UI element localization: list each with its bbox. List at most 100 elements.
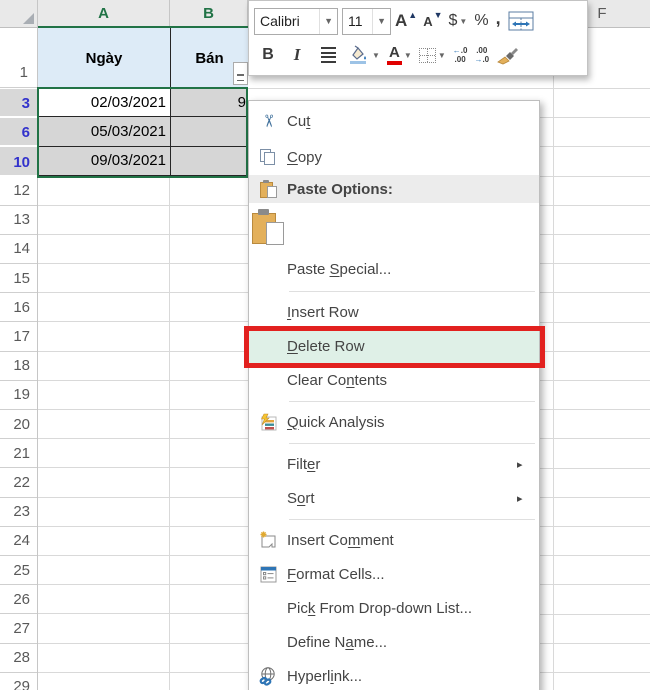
chevron-down-icon[interactable]: ▼: [372, 8, 390, 34]
mini-toolbar-row-2: B I ▼ A ▼ ▼ ←.0 .00 .00 →.0: [254, 38, 582, 72]
menu-item-insert-comment[interactable]: Insert Comment: [249, 523, 539, 557]
cell-b3[interactable]: 9: [170, 88, 248, 118]
row-header-22[interactable]: 22: [0, 468, 37, 498]
select-all-corner[interactable]: [0, 0, 38, 27]
center-align-button[interactable]: [312, 40, 344, 70]
row-header-15[interactable]: 15: [0, 264, 37, 294]
menu-item-paste-special[interactable]: Paste Special...: [249, 251, 539, 287]
menu-item-paste-button[interactable]: [249, 203, 539, 251]
row-header-25[interactable]: 25: [0, 556, 37, 586]
row-header-16[interactable]: 16: [0, 293, 37, 323]
row-cells[interactable]: [38, 585, 248, 615]
row-header-24[interactable]: 24: [0, 526, 37, 556]
menu-item-define-name[interactable]: Define Name...: [249, 625, 539, 659]
row-header-14[interactable]: 14: [0, 234, 37, 264]
row-header-1[interactable]: 1: [0, 28, 37, 88]
column-header-b[interactable]: B: [170, 0, 248, 27]
row-header-19[interactable]: 19: [0, 380, 37, 410]
row-header-18[interactable]: 18: [0, 351, 37, 381]
row-header-10[interactable]: 10: [0, 147, 37, 175]
cell-a10[interactable]: 09/03/2021: [38, 146, 170, 176]
menu-item-delete-row[interactable]: Delete Row: [249, 329, 539, 363]
row-header-12[interactable]: 12: [0, 176, 37, 206]
grow-font-button[interactable]: A ▲: [392, 6, 419, 36]
fill-color-button[interactable]: ▼: [345, 40, 383, 70]
comma-style-button[interactable]: ,: [493, 6, 504, 36]
row-header-21[interactable]: 21: [0, 439, 37, 469]
chevron-down-icon[interactable]: ▼: [319, 8, 337, 34]
menu-item-cut[interactable]: ✂ Cut: [249, 103, 539, 139]
format-painter-button[interactable]: [493, 40, 523, 70]
autofilter-button[interactable]: [233, 62, 248, 85]
menu-item-sort[interactable]: Sort ▸: [249, 481, 539, 515]
menu-item-clear-contents[interactable]: Clear Contents: [249, 363, 539, 397]
menu-item-format-cells[interactable]: Format Cells...: [249, 557, 539, 591]
row-header-27[interactable]: 27: [0, 614, 37, 644]
row-cells[interactable]: [38, 293, 248, 323]
menu-item-label: Cut: [287, 112, 311, 130]
row-cells[interactable]: [38, 351, 248, 381]
row-cells[interactable]: [38, 643, 248, 673]
increase-decimal-button[interactable]: ←.0 .00: [450, 40, 471, 70]
sheet-row-13: 13: [0, 205, 248, 235]
menu-item-hyperlink[interactable]: Hyperlink...: [249, 659, 539, 690]
accounting-format-button[interactable]: $ ▼: [446, 6, 471, 36]
fill-color-icon: [350, 45, 366, 64]
font-size-combo[interactable]: 11 ▼: [342, 7, 391, 35]
row-cells[interactable]: [38, 672, 248, 690]
row-cells[interactable]: [38, 468, 248, 498]
menu-item-filter[interactable]: Filter ▸: [249, 447, 539, 481]
copy-icon: [249, 149, 287, 165]
row-cells[interactable]: [38, 497, 248, 527]
font-color-button[interactable]: A ▼: [384, 40, 415, 70]
sheet-row-14: 14: [0, 234, 248, 264]
gridline-horizontal: [248, 88, 650, 89]
font-name-combo[interactable]: Calibri ▼: [254, 7, 338, 35]
row-cells[interactable]: [38, 439, 248, 469]
cell-b6[interactable]: [170, 117, 248, 147]
row-cells[interactable]: [38, 264, 248, 294]
cell-a6[interactable]: 05/03/2021: [38, 117, 170, 147]
row-cells[interactable]: [38, 234, 248, 264]
row-cells[interactable]: [38, 614, 248, 644]
sheet-row-29: 29: [0, 672, 248, 690]
row-cells[interactable]: [38, 526, 248, 556]
row-header-6[interactable]: 6: [0, 117, 37, 146]
bold-button[interactable]: B: [254, 40, 282, 70]
row-cells[interactable]: [38, 205, 248, 235]
menu-item-paste-options[interactable]: Paste Options:: [249, 175, 539, 203]
menu-item-insert-row[interactable]: Insert Row: [249, 295, 539, 329]
row-cells[interactable]: [38, 176, 248, 206]
comment-icon: [249, 531, 287, 550]
menu-item-quick-analysis[interactable]: Quick Analysis: [249, 405, 539, 439]
row-header-17[interactable]: 17: [0, 322, 37, 352]
sheet-row-23: 23: [0, 497, 248, 527]
row-cells[interactable]: [38, 322, 248, 352]
row-header-13[interactable]: 13: [0, 205, 37, 235]
menu-item-copy[interactable]: Copy: [249, 139, 539, 175]
column-header-a[interactable]: A: [38, 0, 170, 27]
merge-center-button[interactable]: [505, 6, 537, 36]
row-header-20[interactable]: 20: [0, 410, 37, 440]
mini-toolbar: Calibri ▼ 11 ▼ A ▲ A ▼ $ ▼ % , B I ▼ A ▼…: [248, 0, 588, 76]
row-cells[interactable]: [38, 410, 248, 440]
italic-button[interactable]: I: [283, 40, 311, 70]
cell-a3[interactable]: 02/03/2021: [38, 88, 170, 118]
row-header-29[interactable]: 29: [0, 672, 37, 690]
borders-button[interactable]: ▼: [416, 40, 449, 70]
row-cells[interactable]: [38, 556, 248, 586]
shrink-font-button[interactable]: A ▼: [420, 6, 444, 36]
decrease-decimal-button[interactable]: .00 →.0: [471, 40, 492, 70]
row-header-3[interactable]: 3: [0, 88, 37, 117]
cell-b10[interactable]: [170, 146, 248, 176]
row-header-28[interactable]: 28: [0, 643, 37, 673]
chevron-down-icon: ▼: [372, 50, 380, 60]
sheet-row-26: 26: [0, 585, 248, 615]
percent-style-button[interactable]: %: [471, 6, 491, 36]
row-cells[interactable]: [38, 380, 248, 410]
cell-a1[interactable]: Ngày: [38, 28, 170, 88]
menu-item-pick-from-list[interactable]: Pick From Drop-down List...: [249, 591, 539, 625]
left-arrow-icon: ←: [452, 45, 461, 55]
row-header-23[interactable]: 23: [0, 497, 37, 527]
row-header-26[interactable]: 26: [0, 585, 37, 615]
